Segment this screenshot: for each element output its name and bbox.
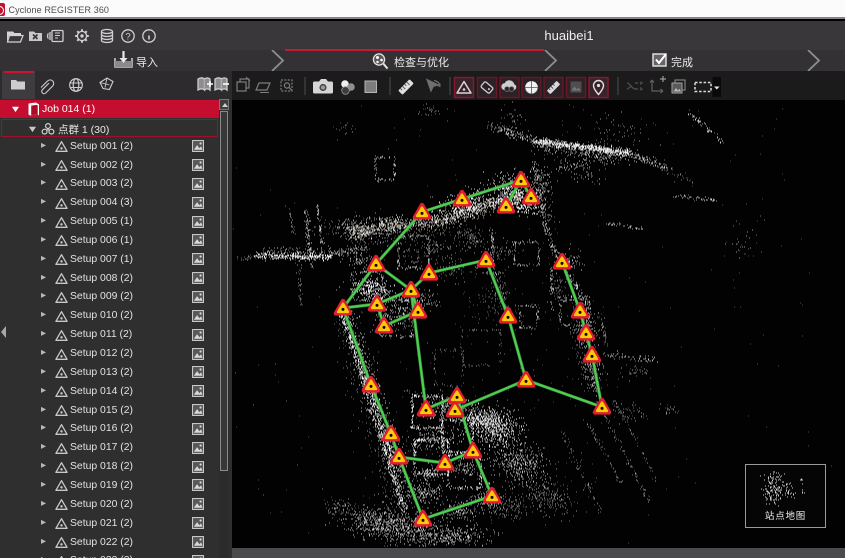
svg-text:?: ? (125, 32, 130, 43)
